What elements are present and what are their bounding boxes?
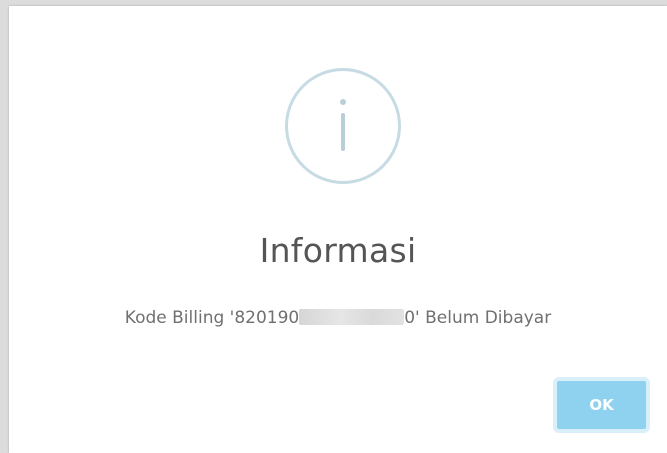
redacted-billing-digits [299,309,405,325]
info-dialog: Informasi Kode Billing '820190 0' Belum D… [9,6,667,453]
message-prefix: Kode Billing '820190 [124,308,300,328]
dialog-title: Informasi [259,231,417,270]
info-icon-dot [340,99,346,105]
dialog-message: Kode Billing '820190 0' Belum Dibayar [9,308,667,328]
info-icon-bar [341,113,345,151]
message-suffix: 0' Belum Dibayar [404,308,552,328]
ok-button[interactable]: OK [553,377,650,433]
info-icon [285,68,401,184]
